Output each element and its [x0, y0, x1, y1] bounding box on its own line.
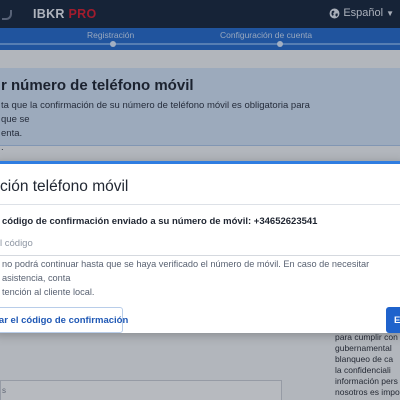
code-field-label: código de confirmación enviado a su núme… [2, 216, 318, 227]
modal-divider [0, 204, 400, 205]
resend-code-button[interactable]: viar el código de confirmación [0, 307, 128, 333]
modal-title: ción teléfono móvil [0, 178, 129, 195]
confirmation-code-input[interactable] [0, 232, 400, 256]
phone-verification-modal: ción teléfono móvil código de confirmaci… [0, 161, 400, 333]
screen: IBKR PRO Español ▼ Registración Configur… [0, 0, 400, 400]
help-text: no podrá continuar hasta que se haya ver… [2, 259, 370, 297]
submit-button[interactable]: E [386, 307, 400, 333]
